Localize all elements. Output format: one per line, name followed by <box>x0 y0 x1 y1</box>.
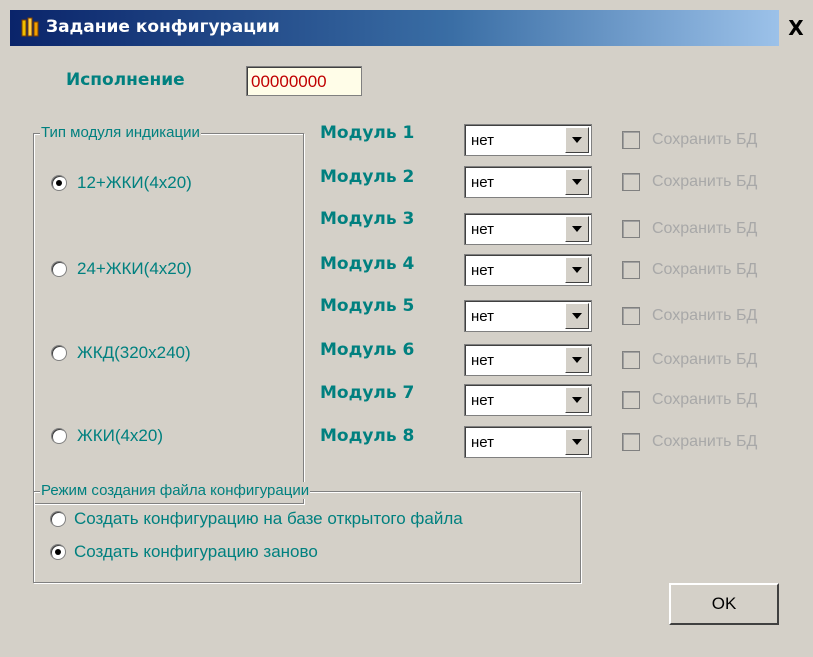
indication-type-caption: Тип модуля индикации <box>40 124 201 141</box>
radio-button[interactable] <box>50 544 66 560</box>
checkbox[interactable] <box>622 261 640 279</box>
radio-button[interactable] <box>51 175 67 191</box>
dropdown-arrow-icon[interactable] <box>565 127 589 153</box>
dialog-body: Исполнение 00000000 Тип модуля индикации… <box>10 46 813 657</box>
indication-option-1[interactable]: 12+ЖКИ(4x20) <box>51 173 192 193</box>
module-2-save-option[interactable]: Сохранить БД <box>622 173 757 191</box>
save-db-label: Сохранить БД <box>652 433 758 450</box>
checkbox[interactable] <box>622 220 640 238</box>
module-1-label: Модуль 1 <box>320 123 415 143</box>
dropdown-arrow-icon[interactable] <box>565 169 589 195</box>
close-icon: X <box>788 16 804 40</box>
module-4-value: нет <box>471 262 494 279</box>
creation-mode-group: Режим создания файла конфигурации Создат… <box>33 482 581 583</box>
module-3-label: Модуль 3 <box>320 209 415 229</box>
indication-option-label: 12+ЖКИ(4x20) <box>77 173 192 192</box>
indication-option-label: ЖКИ(4x20) <box>77 426 164 445</box>
module-7-label: Модуль 7 <box>320 383 415 403</box>
dropdown-arrow-icon[interactable] <box>565 216 589 242</box>
module-1-select[interactable]: нет <box>464 124 592 156</box>
mode-option-label: Создать конфигурацию заново <box>74 542 318 561</box>
dropdown-arrow-icon[interactable] <box>565 429 589 455</box>
dropdown-arrow-icon[interactable] <box>565 257 589 283</box>
module-8-save-option[interactable]: Сохранить БД <box>622 433 757 451</box>
module-7-save-option[interactable]: Сохранить БД <box>622 391 757 409</box>
indication-option-4[interactable]: ЖКИ(4x20) <box>51 426 163 446</box>
module-4-select[interactable]: нет <box>464 254 592 286</box>
module-6-label: Модуль 6 <box>320 340 415 360</box>
module-3-value: нет <box>471 221 494 238</box>
mode-option-new[interactable]: Создать конфигурацию заново <box>50 542 318 562</box>
module-1-save-option[interactable]: Сохранить БД <box>622 131 757 149</box>
module-3-save-option[interactable]: Сохранить БД <box>622 220 757 238</box>
module-4-save-option[interactable]: Сохранить БД <box>622 261 757 279</box>
ok-button[interactable]: OK <box>669 583 779 625</box>
config-dialog: Задание конфигурации X Исполнение 000000… <box>0 0 813 657</box>
module-6-save-option[interactable]: Сохранить БД <box>622 351 757 369</box>
radio-button[interactable] <box>51 428 67 444</box>
checkbox[interactable] <box>622 307 640 325</box>
save-db-label: Сохранить БД <box>652 173 758 190</box>
module-7-value: нет <box>471 392 494 409</box>
indication-option-label: ЖКД(320x240) <box>77 343 191 362</box>
dropdown-arrow-icon[interactable] <box>565 387 589 413</box>
module-7-select[interactable]: нет <box>464 384 592 416</box>
module-5-select[interactable]: нет <box>464 300 592 332</box>
module-6-select[interactable]: нет <box>464 344 592 376</box>
indication-type-group: Тип модуля индикации 12+ЖКИ(4x20) 24+ЖКИ… <box>33 124 304 504</box>
module-4-label: Модуль 4 <box>320 254 415 274</box>
save-db-label: Сохранить БД <box>652 220 758 237</box>
module-5-value: нет <box>471 308 494 325</box>
mode-option-label: Создать конфигурацию на базе открытого ф… <box>74 509 463 528</box>
save-db-label: Сохранить БД <box>652 131 758 148</box>
indication-option-2[interactable]: 24+ЖКИ(4x20) <box>51 259 192 279</box>
indication-option-3[interactable]: ЖКД(320x240) <box>51 343 191 363</box>
save-db-label: Сохранить БД <box>652 351 758 368</box>
app-icon <box>21 17 39 37</box>
module-3-select[interactable]: нет <box>464 213 592 245</box>
save-db-label: Сохранить БД <box>652 307 758 324</box>
module-2-label: Модуль 2 <box>320 167 415 187</box>
radio-button[interactable] <box>50 511 66 527</box>
module-8-label: Модуль 8 <box>320 426 415 446</box>
module-8-select[interactable]: нет <box>464 426 592 458</box>
module-2-select[interactable]: нет <box>464 166 592 198</box>
checkbox[interactable] <box>622 391 640 409</box>
module-5-label: Модуль 5 <box>320 296 415 316</box>
module-8-value: нет <box>471 434 494 451</box>
checkbox[interactable] <box>622 351 640 369</box>
save-db-label: Сохранить БД <box>652 391 758 408</box>
creation-mode-caption: Режим создания файла конфигурации <box>40 482 311 499</box>
module-2-value: нет <box>471 174 494 191</box>
checkbox[interactable] <box>622 433 640 451</box>
module-5-save-option[interactable]: Сохранить БД <box>622 307 757 325</box>
dropdown-arrow-icon[interactable] <box>565 347 589 373</box>
ispolnenie-field[interactable]: 00000000 <box>246 66 362 96</box>
ispolnenie-label: Исполнение <box>66 70 185 90</box>
checkbox[interactable] <box>622 173 640 191</box>
indication-option-label: 24+ЖКИ(4x20) <box>77 259 192 278</box>
save-db-label: Сохранить БД <box>652 261 758 278</box>
module-6-value: нет <box>471 352 494 369</box>
checkbox[interactable] <box>622 131 640 149</box>
dropdown-arrow-icon[interactable] <box>565 303 589 329</box>
mode-option-from-file[interactable]: Создать конфигурацию на базе открытого ф… <box>50 509 463 529</box>
title-bar[interactable]: Задание конфигурации X <box>10 10 813 46</box>
close-button[interactable]: X <box>779 10 813 46</box>
window-title: Задание конфигурации <box>46 17 280 37</box>
module-1-value: нет <box>471 132 494 149</box>
radio-button[interactable] <box>51 261 67 277</box>
radio-button[interactable] <box>51 345 67 361</box>
